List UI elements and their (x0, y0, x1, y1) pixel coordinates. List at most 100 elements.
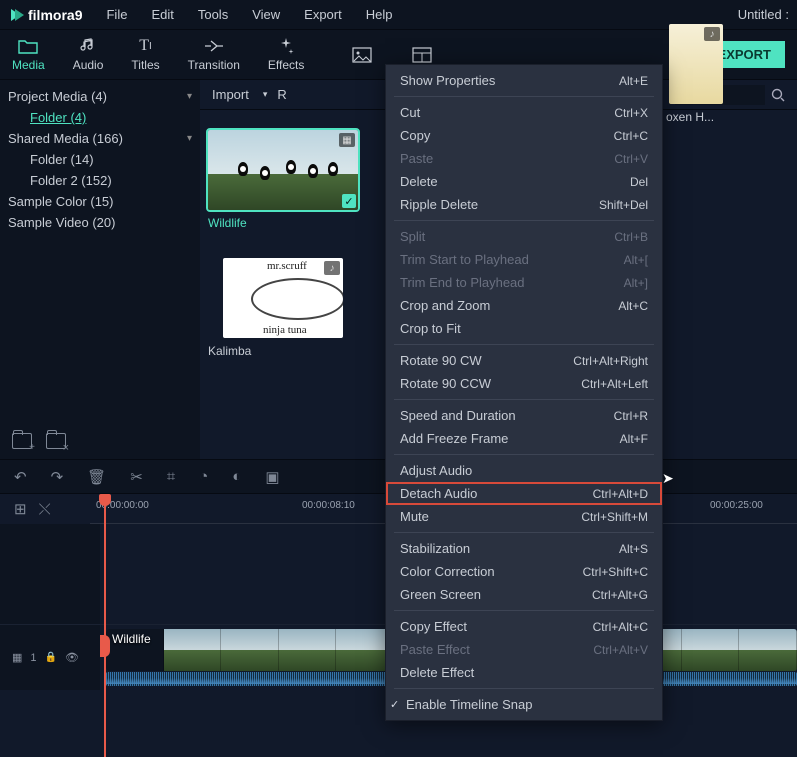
menu-item-adjust-audio[interactable]: Adjust Audio (386, 459, 662, 482)
playhead[interactable] (104, 494, 106, 757)
menu-item-label: Rotate 90 CCW (400, 376, 491, 391)
filmstrip-icon: ▦ (12, 651, 22, 664)
menu-item-paste: PasteCtrl+V (386, 147, 662, 170)
sidebar-item-folder[interactable]: Folder (4) (0, 107, 200, 128)
menu-item-label: Split (400, 229, 425, 244)
menu-item-show-properties[interactable]: Show PropertiesAlt+E (386, 69, 662, 92)
add-track-icon[interactable]: ⊞ (14, 500, 27, 518)
menu-item-color-correction[interactable]: Color Correction Ctrl+Shift+C (386, 560, 662, 583)
menu-item-copy[interactable]: CopyCtrl+C (386, 124, 662, 147)
menu-item-add-freeze-frame[interactable]: Add Freeze FrameAlt+F (386, 427, 662, 450)
menu-item-rotate-90-cw[interactable]: Rotate 90 CWCtrl+Alt+Right (386, 349, 662, 372)
menu-item-stabilization[interactable]: StabilizationAlt+S (386, 537, 662, 560)
menu-item-shortcut: Ctrl+Shift+C (583, 565, 648, 579)
menu-item-label: Adjust Audio (400, 463, 472, 478)
menu-item-delete[interactable]: DeleteDel (386, 170, 662, 193)
menu-file[interactable]: File (96, 3, 137, 26)
menu-item-shortcut: Ctrl+Alt+Left (581, 377, 648, 391)
menu-item-label: Trim Start to Playhead (400, 252, 529, 267)
menu-item-ripple-delete[interactable]: Ripple DeleteShift+Del (386, 193, 662, 216)
menu-item-shortcut: Alt+S (619, 542, 648, 556)
menu-item-shortcut: Ctrl+Alt+C (593, 620, 648, 634)
chevron-down-icon: ▾ (187, 133, 192, 144)
menu-item-cut[interactable]: CutCtrl+X (386, 101, 662, 124)
menu-separator (394, 532, 654, 533)
tab-media[interactable]: Media (12, 37, 45, 72)
tab-transition[interactable]: Transition (188, 37, 240, 72)
menu-separator (394, 399, 654, 400)
thumb-label: oxen H... (666, 110, 726, 124)
menu-help[interactable]: Help (356, 3, 403, 26)
speed-icon[interactable]: ◔ (199, 468, 208, 485)
tab-audio[interactable]: Audio (73, 37, 104, 72)
menu-edit[interactable]: Edit (141, 3, 183, 26)
menu-separator (394, 96, 654, 97)
record-dropdown[interactable]: R (277, 87, 286, 102)
tab-effects[interactable]: Effects (268, 37, 304, 72)
magnet-off-icon[interactable]: ⤬ (39, 501, 51, 518)
import-dropdown[interactable]: Import▾ (212, 87, 267, 102)
delete-icon[interactable]: 🗑 (87, 468, 106, 486)
thumb-kalimba[interactable]: mr.scruff ninja tuna ♪ Kalimba (208, 258, 358, 358)
menu-item-crop-and-zoom[interactable]: Crop and ZoomAlt+C (386, 294, 662, 317)
document-title: Untitled : (738, 7, 789, 22)
delete-folder-button[interactable] (46, 433, 66, 449)
check-icon: ✓ (342, 194, 356, 208)
menu-view[interactable]: View (242, 3, 290, 26)
cut-icon[interactable]: ✂ (130, 468, 143, 486)
color-icon[interactable]: ◐ (232, 468, 241, 485)
menu-item-detach-audio[interactable]: Detach AudioCtrl+Alt+D (386, 482, 662, 505)
menu-item-label: Color Correction (400, 564, 495, 579)
menu-item-label: Rotate 90 CW (400, 353, 482, 368)
image-icon[interactable] (352, 47, 372, 63)
thumb-oxen[interactable]: ♪ oxen H... (666, 24, 726, 230)
menu-item-mute[interactable]: MuteCtrl+Shift+M (386, 505, 662, 528)
sidebar-item-folder-14[interactable]: Folder (14) (0, 149, 200, 170)
sidebar-item-sample-color[interactable]: Sample Color (15) (0, 191, 200, 212)
search-icon[interactable] (771, 88, 785, 102)
thumb-image: ▦ ✓ (208, 130, 358, 210)
chevron-down-icon: ▾ (263, 89, 268, 100)
menu-item-label: Green Screen (400, 587, 481, 602)
menu-item-shortcut: Ctrl+Alt+D (593, 487, 648, 501)
redo-icon[interactable]: ↷ (51, 468, 64, 486)
sidebar-item-shared-media[interactable]: Shared Media (166)▾ (0, 128, 200, 149)
folder-icon (18, 37, 38, 55)
tab-label: Media (12, 58, 45, 72)
menu-item-green-screen[interactable]: Green Screen Ctrl+Alt+G (386, 583, 662, 606)
screen-icon[interactable]: ▣ (265, 468, 279, 486)
menu-export[interactable]: Export (294, 3, 352, 26)
menu-separator (394, 688, 654, 689)
menu-item-copy-effect[interactable]: Copy Effect Ctrl+Alt+C (386, 615, 662, 638)
sidebar-item-project-media[interactable]: Project Media (4)▾ (0, 86, 200, 107)
menu-separator (394, 610, 654, 611)
sidebar-item-sample-video[interactable]: Sample Video (20) (0, 212, 200, 233)
menu-item-label: Copy (400, 128, 430, 143)
menu-item-label: Paste Effect (400, 642, 470, 657)
menu-item-crop-to-fit[interactable]: Crop to Fit (386, 317, 662, 340)
menu-item-rotate-90-ccw[interactable]: Rotate 90 CCW Ctrl+Alt+Left (386, 372, 662, 395)
undo-icon[interactable]: ↶ (14, 468, 27, 486)
menu-item-delete-effect[interactable]: Delete Effect (386, 661, 662, 684)
menu-item-label: Copy Effect (400, 619, 467, 634)
menu-item-enable-timeline-snap[interactable]: ✓Enable Timeline Snap (386, 693, 662, 716)
thumb-wildlife[interactable]: ▦ ✓ Wildlife (208, 130, 358, 230)
menu-item-label: Delete (400, 174, 438, 189)
menu-tools[interactable]: Tools (188, 3, 238, 26)
layout-icon[interactable] (412, 47, 432, 63)
menu-item-shortcut: Ctrl+Shift+M (581, 510, 648, 524)
menu-separator (394, 454, 654, 455)
eye-icon[interactable]: 👁 (65, 651, 79, 664)
crop-icon[interactable]: ⌗ (167, 468, 175, 485)
video-track-header[interactable]: ▦ 1 🔒 👁 (0, 625, 100, 690)
tab-label: Transition (188, 58, 240, 72)
menu-item-speed-and-duration[interactable]: Speed and DurationCtrl+R (386, 404, 662, 427)
sidebar-item-folder-2-152[interactable]: Folder 2 (152) (0, 170, 200, 191)
menu-item-shortcut: Ctrl+Alt+G (592, 588, 648, 602)
tab-titles[interactable]: TI Titles (131, 37, 159, 72)
add-folder-button[interactable] (12, 433, 32, 449)
filmstrip-icon: ▦ (339, 133, 355, 147)
thumb-image: mr.scruff ninja tuna ♪ (223, 258, 343, 338)
lock-icon[interactable]: 🔒 (45, 652, 57, 663)
clip-label: Wildlife (112, 632, 151, 646)
